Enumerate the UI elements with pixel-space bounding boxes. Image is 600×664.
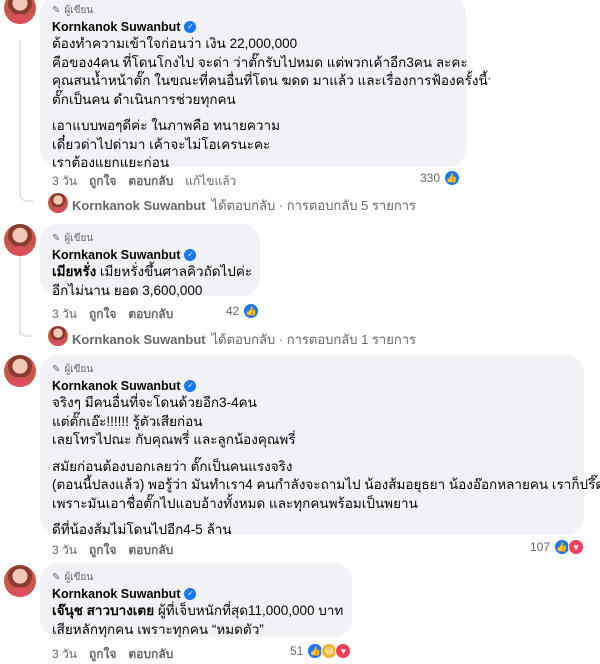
comment-line: เมียหรั่ง เมียหรั่งขึ้นศาลคิวถัดไปค่ะ — [52, 264, 253, 279]
like-reaction-icon: 👍 — [444, 170, 461, 186]
author-badge-label: ผู้เขียน — [64, 5, 94, 16]
comment-text: เจ๊นุช สาวบางเตย ผู้ที่เจ็บหนักที่สุด11,… — [52, 602, 344, 639]
tagged-name[interactable]: เจ๊นุช สาวบางเตย — [52, 603, 154, 618]
comment-text: จริงๆ มีคนอื่นที่จะโดนด้วยอีก3-4คน แต่ตั… — [52, 394, 600, 540]
comment-line: เสียหลักทุกคน เพราะทุกคน “หมดตัว” — [52, 621, 264, 637]
replier-name: Kornkanok Suwanbut — [72, 198, 206, 213]
thread-line — [19, 250, 21, 335]
reply-connector — [19, 325, 33, 337]
comment-line: เพราะมันเอาชื่อตั๊กไปแอบอ้างทั้งหมด และท… — [52, 495, 418, 511]
comment-actions: 3 วัน ถูกใจ ตอบกลับ แก้ไขแล้ว — [52, 172, 236, 191]
author-badge: ✎ ผู้เขียน — [52, 363, 572, 376]
avatar[interactable] — [4, 0, 36, 24]
comment-line: เลยโทรไปณะ กับคุณพรี่ และลูกน้องคุณพรี่ — [52, 432, 296, 447]
comment-line: เจ๊นุช สาวบางเตย ผู้ที่เจ็บหนักที่สุด11,… — [52, 603, 344, 618]
comment-bubble: ✎ ผู้เขียน Kornkanok Suwanbut ✓ ต้องทำคว… — [40, 0, 488, 170]
author-badge: ✎ ผู้เขียน — [52, 571, 340, 584]
avatar[interactable] — [4, 355, 36, 387]
comment-actions: 3 วัน ถูกใจ ตอบกลับ — [52, 305, 173, 324]
view-replies-link[interactable]: Kornkanok Suwanbut ได้ตอบกลับ · การตอบกล… — [72, 195, 416, 216]
comment-text: ต้องทำความเข้าใจก่อนว่า เงิน 22,000,000 … — [52, 35, 488, 173]
comment-bubble: ✎ ผู้เขียน Kornkanok Suwanbut ✓ เจ๊นุช ส… — [40, 563, 352, 637]
verified-icon: ✓ — [184, 588, 197, 600]
comment-line: สมัยก่อนต้องบอกเลยว่า ตั๊กเป็นคนแรงจริง — [52, 458, 293, 474]
commenter-name[interactable]: Kornkanok Suwanbut — [52, 587, 180, 601]
verified-icon: ✓ — [184, 249, 197, 261]
pen-icon: ✎ — [52, 572, 61, 583]
comment-line: ตั๊กเป็นคน ดำเนินการช่วยทุกคน — [52, 91, 236, 107]
pen-icon: ✎ — [52, 233, 61, 244]
comment-line: ดีที่น้องส้มไม่โดนไปอีก4-5 ล้าน — [52, 522, 232, 537]
replies-count-text: ได้ตอบกลับ · การตอบกลับ 5 รายการ — [211, 198, 417, 213]
reaction-count: 107 — [530, 540, 551, 554]
reaction-summary[interactable]: 42 👍 — [226, 303, 260, 319]
pen-icon: ✎ — [52, 364, 61, 375]
comment-text: เมียหรั่ง เมียหรั่งขึ้นศาลคิวถัดไปค่ะ อี… — [52, 263, 253, 300]
comment-line: คือของ4คน ที่โดนโกงไป จะด่า ว่าตั๊กรับไป… — [52, 54, 468, 70]
timestamp[interactable]: 3 วัน — [52, 172, 77, 191]
thread-line — [19, 40, 21, 190]
commenter-name[interactable]: Kornkanok Suwanbut — [52, 379, 180, 393]
tagged-name[interactable]: เมียหรั่ง — [52, 264, 96, 279]
reaction-count: 42 — [226, 304, 240, 318]
edited-label[interactable]: แก้ไขแล้ว — [185, 172, 236, 191]
reply-button[interactable]: ตอบกลับ — [128, 541, 173, 560]
love-reaction-icon: ♥ — [335, 643, 352, 659]
reply-button[interactable]: ตอบกลับ — [128, 305, 173, 324]
comment-actions: 3 วัน ถูกใจ ตอบกลับ — [52, 645, 173, 664]
love-reaction-icon: ♥ — [568, 539, 585, 555]
comment-line: อีกไม่นาน ยอด 3,600,000 — [52, 282, 203, 298]
reaction-count: 330 — [420, 171, 441, 185]
comment-line: คุณสนน้ำหน้าตั๊ก ในขณะที่คนอื่นที่โดน ฆด… — [52, 73, 488, 88]
reaction-count: 51 — [290, 644, 304, 658]
author-badge: ✎ ผู้เขียน — [52, 4, 454, 17]
comment-line: (ตอนนี้ปลงแล้ว) พอรู้ว่า มันทำเรา4 คนกำล… — [52, 477, 600, 492]
comment-line: แต่ตั๊กเอ๊ะ!!!!!! รู้ตัวเสียก่อน — [52, 413, 203, 429]
author-badge-label: ผู้เขียน — [64, 572, 94, 583]
verified-icon: ✓ — [184, 21, 197, 33]
author-badge: ✎ ผู้เขียน — [52, 232, 248, 245]
timestamp[interactable]: 3 วัน — [52, 541, 77, 560]
reaction-summary[interactable]: 107 👍 ♥ — [530, 539, 585, 555]
author-badge-label: ผู้เขียน — [64, 233, 94, 244]
view-replies-link[interactable]: Kornkanok Suwanbut ได้ตอบกลับ · การตอบกล… — [72, 329, 416, 350]
author-badge-label: ผู้เขียน — [64, 364, 94, 375]
comment-bubble: ✎ ผู้เขียน Kornkanok Suwanbut ✓ จริงๆ มี… — [40, 355, 600, 537]
reply-button[interactable]: ตอบกลับ — [128, 172, 173, 191]
verified-icon: ✓ — [184, 380, 197, 392]
avatar[interactable] — [4, 565, 36, 597]
comment-line: ต้องทำความเข้าใจก่อนว่า เงิน 22,000,000 — [52, 36, 298, 51]
timestamp[interactable]: 3 วัน — [52, 305, 77, 324]
replier-name: Kornkanok Suwanbut — [72, 332, 206, 347]
replies-count-text: ได้ตอบกลับ · การตอบกลับ 1 รายการ — [211, 332, 417, 347]
comment-line: เอาแบบพอๆดีค่ะ ในภาพคือ ทนายความ — [52, 118, 280, 133]
like-button[interactable]: ถูกใจ — [89, 172, 116, 191]
commenter-name[interactable]: Kornkanok Suwanbut — [52, 20, 180, 34]
avatar[interactable] — [48, 326, 68, 346]
reply-connector — [19, 190, 33, 202]
like-button[interactable]: ถูกใจ — [89, 645, 116, 664]
timestamp[interactable]: 3 วัน — [52, 645, 77, 664]
like-button[interactable]: ถูกใจ — [89, 305, 116, 324]
avatar[interactable] — [48, 193, 68, 213]
reaction-summary[interactable]: 330 👍 — [420, 170, 461, 186]
comment-line: เราต้องแยกแยะก่อน — [52, 155, 170, 170]
avatar[interactable] — [4, 224, 36, 256]
comment-bubble: ✎ ผู้เขียน Kornkanok Suwanbut ✓ เมียหรั่… — [40, 224, 260, 298]
reply-button[interactable]: ตอบกลับ — [128, 645, 173, 664]
like-reaction-icon: 👍 — [243, 303, 260, 319]
comment-actions: 3 วัน ถูกใจ ตอบกลับ — [52, 541, 173, 560]
pen-icon: ✎ — [52, 5, 61, 16]
like-button[interactable]: ถูกใจ — [89, 541, 116, 560]
reaction-summary[interactable]: 51 👍 😆 ♥ — [290, 643, 352, 659]
comment-line: จริงๆ มีคนอื่นที่จะโดนด้วยอีก3-4คน — [52, 395, 257, 410]
comment-line: เดี๋ยวด่าไปด่ามา เค้าจะไม่โอเครนะคะ — [52, 136, 271, 152]
commenter-name[interactable]: Kornkanok Suwanbut — [52, 248, 180, 262]
more-options-icon[interactable]: ··· — [474, 70, 493, 88]
